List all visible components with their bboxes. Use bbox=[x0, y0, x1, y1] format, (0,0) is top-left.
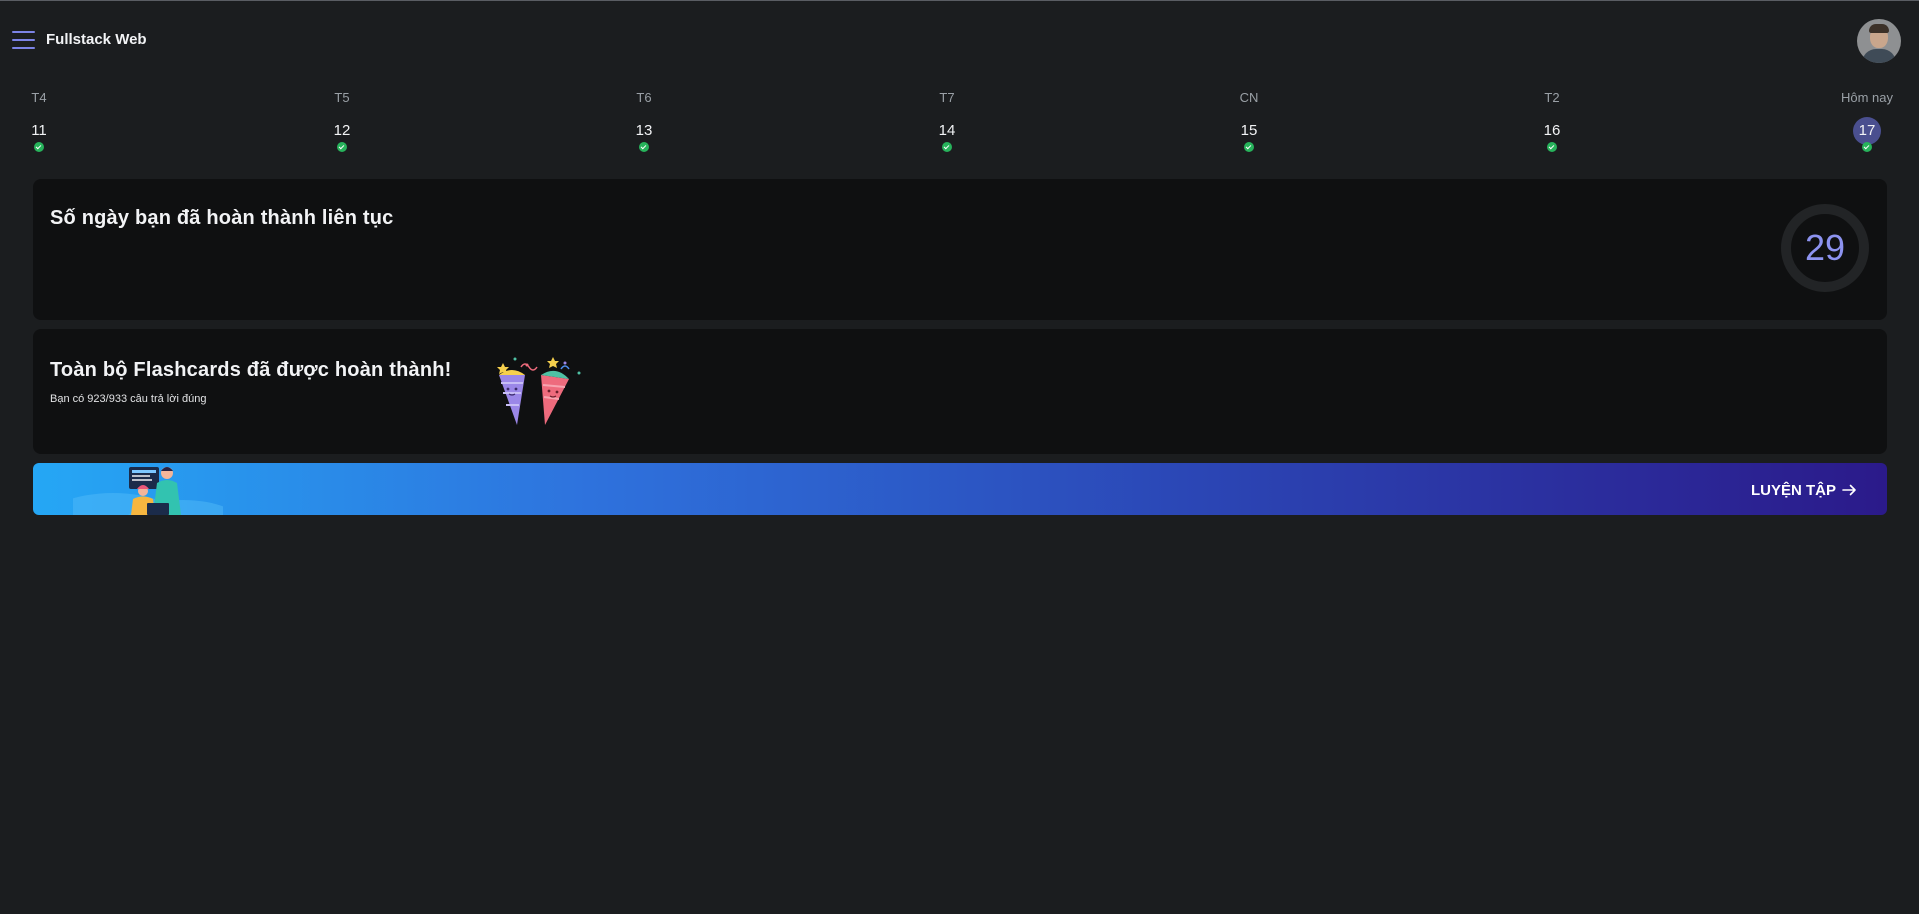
check-circle-icon bbox=[942, 142, 952, 152]
streak-count: 29 bbox=[1804, 227, 1846, 268]
check-circle-icon bbox=[1862, 142, 1872, 152]
day-of-week-label: T5 bbox=[334, 90, 350, 105]
arrow-right-icon bbox=[1842, 484, 1856, 496]
streak-card: Số ngày bạn đã hoàn thành liên tục 29 bbox=[33, 179, 1887, 320]
day-item-t4[interactable]: T4 11 bbox=[9, 88, 69, 164]
day-date: 15 bbox=[1240, 122, 1258, 139]
check-circle-icon bbox=[1244, 142, 1254, 152]
day-date: 11 bbox=[31, 122, 47, 139]
check-circle-icon bbox=[34, 142, 44, 152]
day-date: 14 bbox=[938, 122, 956, 139]
check-circle-icon bbox=[337, 142, 347, 152]
week-calendar: T4 11 T5 12 T6 13 T7 14 CN 15 T2 16 Hôm … bbox=[0, 88, 1919, 164]
day-item-t7[interactable]: T7 14 bbox=[917, 88, 977, 164]
day-of-week-label: CN bbox=[1239, 90, 1259, 105]
day-of-week-label: T2 bbox=[1544, 90, 1560, 105]
practice-banner[interactable]: LUYỆN TẬP bbox=[33, 463, 1887, 515]
day-of-week-label: T6 bbox=[636, 90, 652, 105]
check-circle-icon bbox=[1547, 142, 1557, 152]
day-date: 16 bbox=[1543, 122, 1561, 139]
day-item-t5[interactable]: T5 12 bbox=[312, 88, 372, 164]
student-illustration bbox=[73, 467, 223, 515]
user-avatar[interactable] bbox=[1857, 19, 1901, 63]
app-title: Fullstack Web bbox=[46, 31, 147, 48]
day-date: 12 bbox=[333, 122, 351, 139]
app-header: Fullstack Web bbox=[0, 1, 1919, 77]
flashcards-score-text: Bạn có 923/933 câu trả lời đúng bbox=[50, 393, 207, 405]
check-circle-icon bbox=[639, 142, 649, 152]
party-popper-icon bbox=[497, 357, 581, 425]
day-item-today[interactable]: Hôm nay 17 bbox=[1835, 88, 1899, 164]
day-item-t2[interactable]: T2 16 bbox=[1522, 88, 1582, 164]
flashcards-complete-title: Toàn bộ Flashcards đã được hoàn thành! bbox=[50, 359, 452, 381]
day-date: 13 bbox=[635, 122, 653, 139]
day-item-cn[interactable]: CN 15 bbox=[1219, 88, 1279, 164]
day-date: 17 bbox=[1853, 117, 1881, 145]
streak-counter-ring: 29 bbox=[1781, 204, 1869, 292]
practice-button-label: LUYỆN TẬP bbox=[1750, 481, 1836, 499]
streak-title: Số ngày bạn đã hoàn thành liên tục bbox=[50, 207, 394, 229]
day-item-t6[interactable]: T6 13 bbox=[614, 88, 674, 164]
day-of-week-label: T7 bbox=[939, 90, 955, 105]
day-of-week-label: T4 bbox=[31, 90, 47, 105]
day-of-week-label: Hôm nay bbox=[1840, 90, 1894, 105]
practice-button[interactable]: LUYỆN TẬP bbox=[1751, 479, 1857, 501]
flashcards-complete-card: Toàn bộ Flashcards đã được hoàn thành! B… bbox=[33, 329, 1887, 454]
hamburger-menu-icon[interactable] bbox=[12, 31, 36, 53]
